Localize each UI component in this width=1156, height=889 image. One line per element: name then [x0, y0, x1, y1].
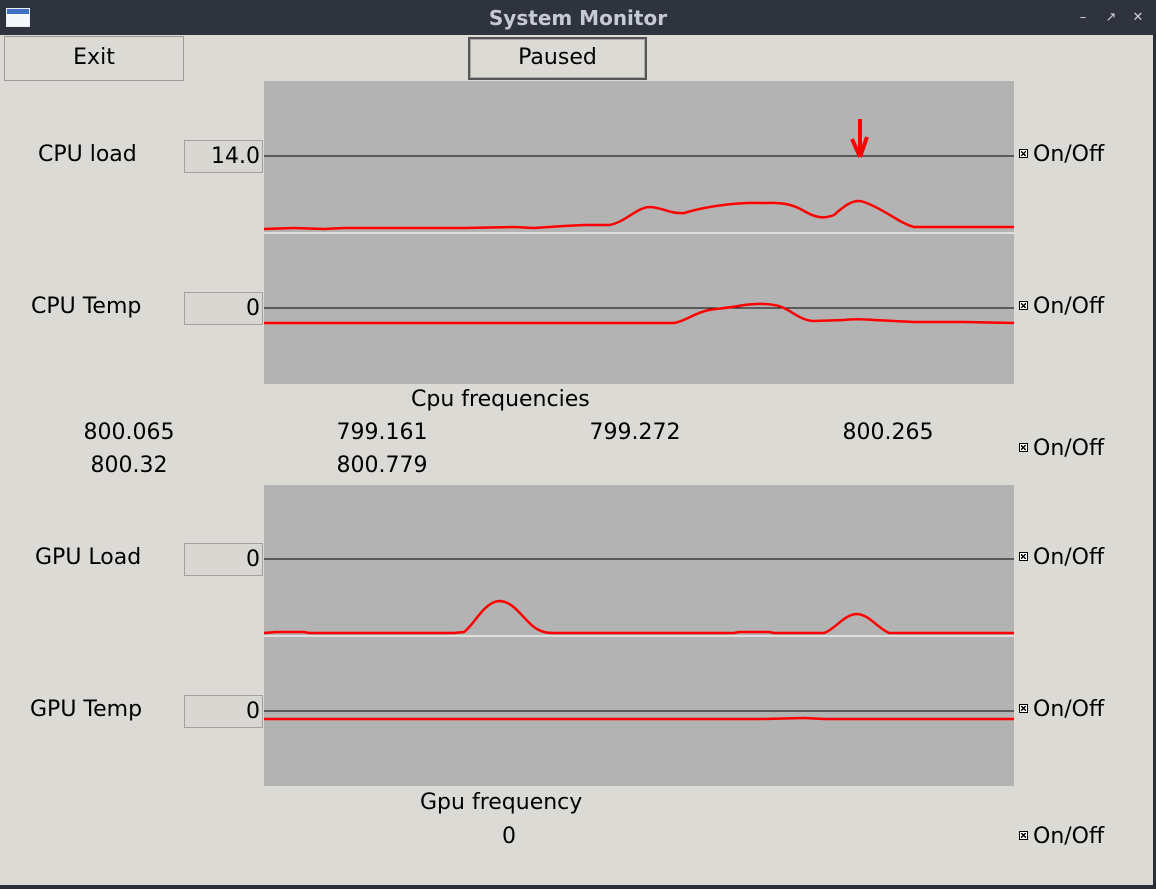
- cpu-frequency-toggle[interactable]: On/Off: [1019, 436, 1104, 461]
- cpu-load-marker-arrow: [850, 119, 869, 158]
- cpu-frequency-value: 800.32: [90, 453, 168, 478]
- cpu-temp-value: 0: [184, 292, 263, 325]
- title-bar: System Monitor – ↗ ✕: [0, 0, 1156, 35]
- cpu-frequency-value: 799.161: [336, 420, 428, 445]
- cpu-temp-label: CPU Temp: [31, 294, 142, 319]
- checkbox-icon[interactable]: [1019, 830, 1028, 840]
- gpu-load-label: GPU Load: [35, 545, 142, 570]
- cpu-load-label: CPU load: [38, 142, 137, 167]
- checkbox-icon[interactable]: [1019, 148, 1028, 158]
- paused-button[interactable]: Paused: [468, 37, 647, 80]
- gpu-load-value: 0: [184, 543, 263, 576]
- gpu-frequency-title: Gpu frequency: [420, 790, 583, 815]
- close-icon[interactable]: ✕: [1128, 8, 1148, 28]
- gpu-temp-value: 0: [184, 695, 263, 728]
- checkbox-icon[interactable]: [1019, 551, 1028, 561]
- cpu-frequencies-title: Cpu frequencies: [411, 387, 590, 412]
- main-panel: Exit Paused CPU load 14.0 CPU Temp 0 On/…: [0, 35, 1153, 885]
- checkbox-icon[interactable]: [1019, 703, 1028, 713]
- cpu-load-toggle[interactable]: On/Off: [1019, 142, 1104, 167]
- gpu-temp-label: GPU Temp: [30, 697, 143, 722]
- gpu-graph: [264, 485, 1014, 786]
- gpu-frequency-toggle[interactable]: On/Off: [1019, 824, 1104, 849]
- cpu-load-trace: [264, 199, 1014, 231]
- cpu-frequency-value: 799.272: [589, 420, 681, 445]
- maximize-icon[interactable]: ↗: [1101, 8, 1121, 28]
- checkbox-icon[interactable]: [1019, 442, 1028, 452]
- gpu-temp-toggle[interactable]: On/Off: [1019, 697, 1104, 722]
- cpu-graph: [264, 81, 1014, 384]
- cpu-frequency-value: 800.779: [336, 453, 428, 478]
- checkbox-icon[interactable]: [1019, 300, 1028, 310]
- cpu-temp-trace: [264, 302, 1014, 325]
- cpu-load-value: 14.0: [184, 140, 263, 173]
- cpu-frequency-value: 800.065: [83, 420, 175, 445]
- minimize-icon[interactable]: –: [1073, 8, 1093, 28]
- gpu-graph-plot: [264, 558, 1014, 721]
- gpu-load-trace: [264, 599, 1014, 635]
- gpu-load-toggle[interactable]: On/Off: [1019, 545, 1104, 570]
- gpu-temp-trace: [264, 716, 1014, 721]
- cpu-graph-plot: [264, 119, 1014, 325]
- cpu-temp-toggle[interactable]: On/Off: [1019, 294, 1104, 319]
- window-title: System Monitor: [488, 6, 668, 30]
- exit-button[interactable]: Exit: [4, 36, 184, 81]
- cpu-frequency-value: 800.265: [842, 420, 934, 445]
- gpu-frequency-value: 0: [502, 824, 516, 849]
